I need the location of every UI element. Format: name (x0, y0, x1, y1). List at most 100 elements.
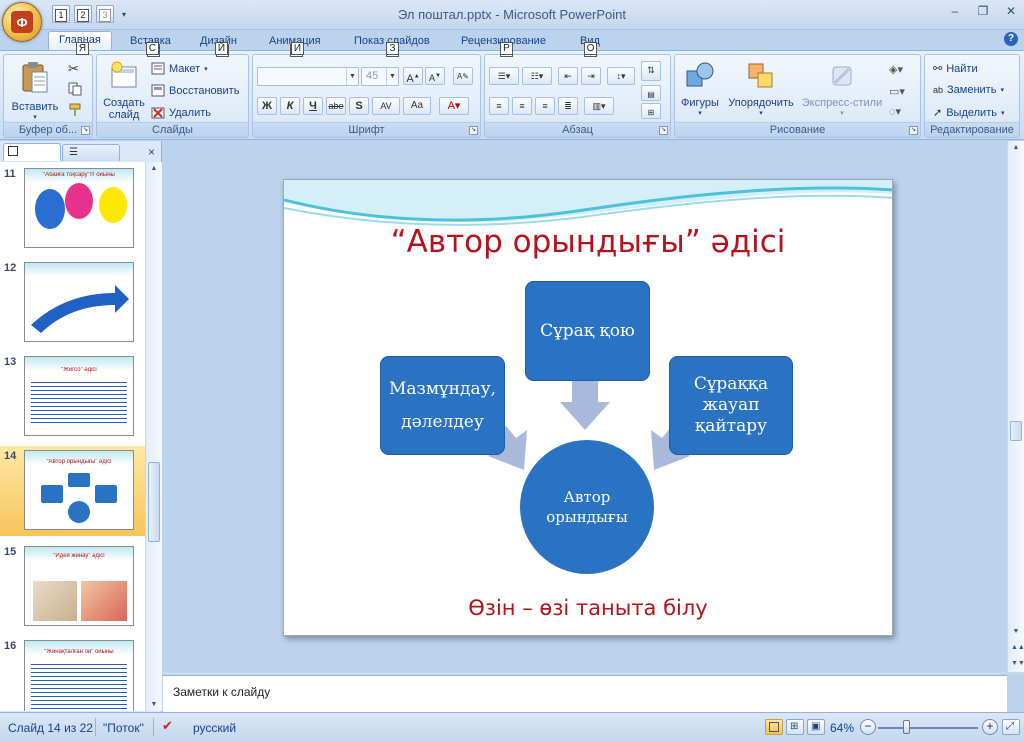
thumbnail-number: 11 (4, 168, 16, 180)
shape-fill-button[interactable]: ◈▾ (889, 63, 903, 76)
zoom-level[interactable]: 64% (830, 721, 854, 735)
increase-indent-button[interactable]: ⇥ (581, 67, 601, 85)
box-top[interactable]: Сұрақ қою (525, 281, 650, 381)
thumbnail-item[interactable]: 13 “Жигсо” әдісі (0, 352, 145, 440)
scroll-down-icon[interactable]: ▼ (149, 701, 159, 708)
thumbnail-item[interactable]: 12 (0, 258, 145, 346)
zoom-in-button[interactable]: + (982, 719, 998, 735)
zoom-out-button[interactable]: − (860, 719, 876, 735)
language-indicator[interactable]: русский (193, 721, 236, 735)
font-name-combo[interactable]: ▼ (257, 67, 359, 86)
quick-styles-button[interactable]: Экспресс-стили ▾ (799, 61, 885, 117)
help-icon[interactable]: ? (1004, 32, 1018, 46)
chevron-down-icon: ▼ (386, 68, 398, 85)
reset-button[interactable]: Восстановить (151, 84, 239, 97)
change-case-button[interactable]: Aa (403, 97, 431, 115)
clipboard-launcher-icon[interactable]: ↘ (81, 126, 90, 135)
underline-button[interactable]: Ч (303, 97, 323, 115)
select-button[interactable]: ➚ Выделить ▾ (933, 106, 1004, 120)
shapes-button[interactable]: Фигуры ▾ (677, 61, 723, 117)
decrease-indent-button[interactable]: ⇤ (558, 67, 578, 85)
justify-button[interactable]: ≣ (558, 97, 578, 115)
box-left[interactable]: Мазмұндау, дәлелдеу (380, 356, 505, 455)
paste-button[interactable]: Вставить ▾ (10, 61, 60, 121)
box-right-text-2: жауап (702, 394, 760, 415)
cut-button[interactable]: ✂ (68, 61, 79, 77)
restore-icon[interactable]: ❐ (974, 4, 992, 18)
align-right-button[interactable]: ≡ (535, 97, 555, 115)
tab-slides[interactable] (3, 143, 61, 161)
char-spacing-button[interactable]: AV (372, 97, 400, 115)
scroll-up-icon[interactable]: ▲ (149, 165, 159, 172)
window-controls: – ❐ ✕ (946, 4, 1020, 18)
bold-button[interactable]: Ж (257, 97, 277, 115)
next-slide-icon[interactable]: ▼▼ (1011, 660, 1024, 667)
copy-icon (68, 82, 82, 96)
close-icon[interactable]: ✕ (1002, 4, 1020, 18)
shape-effects-button[interactable]: ◌▾ (889, 105, 901, 118)
notes-pane[interactable]: Заметки к слайду (163, 675, 1007, 712)
numbering-button[interactable]: ☷▾ (522, 67, 552, 85)
shrink-font-button[interactable]: A▼ (425, 67, 445, 85)
thumbnail-item[interactable]: 15 “Идея жинау” әдісі (0, 542, 145, 630)
strikethrough-button[interactable]: abe (326, 97, 346, 115)
normal-view-button[interactable] (765, 719, 783, 735)
thumbnail-item-selected[interactable]: 14 “Автор орындығы” әдісі (0, 446, 145, 536)
drawing-launcher-icon[interactable]: ↘ (909, 126, 918, 135)
slide-canvas[interactable]: “Автор орындығы” әдісі Сұрақ қою Мазмұнд… (283, 179, 893, 636)
thumbnail-item[interactable]: 11 “Абайға тоқсару”!!! ойыны (0, 164, 145, 252)
sorter-view-button[interactable]: ⊞ (786, 719, 804, 735)
line-spacing-button[interactable]: ↕▾ (607, 67, 635, 85)
minimize-icon[interactable]: – (946, 4, 964, 18)
delete-slide-button[interactable]: Удалить (151, 106, 211, 119)
shadow-label: S (355, 100, 363, 112)
slide-footer-text[interactable]: Өзін – өзі таныта білу (284, 596, 892, 620)
thumbnail-title: “Идея жинау” әдісі (53, 553, 105, 559)
copy-button[interactable] (68, 82, 82, 96)
align-text-button[interactable]: ▤ (641, 85, 661, 101)
main-scrollbar[interactable]: ▲ ▼ ▲▲ ▼▼ (1007, 141, 1024, 673)
grow-font-button[interactable]: A▲ (403, 67, 423, 85)
slideshow-view-button[interactable]: ▣ (807, 719, 825, 735)
bullets-button[interactable]: ☰▾ (489, 67, 519, 85)
zoom-slider-handle[interactable] (903, 720, 910, 734)
shadow-button[interactable]: S (349, 97, 369, 115)
format-painter-button[interactable] (68, 103, 82, 117)
close-icon[interactable]: × (148, 145, 155, 159)
fit-slide-button[interactable]: ⤢ (1002, 719, 1020, 735)
font-size-combo[interactable]: 45 ▼ (361, 67, 399, 86)
thumbnail-item[interactable]: 16 “Жинақталған ой” ойыны (0, 636, 145, 711)
previous-slide-icon[interactable]: ▲▲ (1011, 644, 1024, 651)
tab-outline[interactable]: ☰ (62, 144, 120, 161)
clear-format-button[interactable]: A✎ (453, 67, 473, 85)
paragraph-launcher-icon[interactable]: ↘ (659, 126, 668, 135)
align-right-icon: ≡ (542, 101, 548, 111)
layout-button[interactable]: Макет ▾ (151, 62, 208, 75)
thumbnail-number: 16 (4, 640, 17, 652)
columns-button[interactable]: ▥▾ (584, 97, 614, 115)
italic-button[interactable]: К (280, 97, 300, 115)
theme-name[interactable]: "Поток" (103, 721, 144, 735)
replace-button[interactable]: ab Заменить ▾ (933, 84, 1004, 96)
font-launcher-icon[interactable]: ↘ (469, 126, 478, 135)
spellcheck-icon[interactable]: ✔ (162, 718, 173, 734)
box-right[interactable]: Сұраққа жауап қайтару (669, 356, 793, 455)
arrange-button[interactable]: Упорядочить ▾ (723, 61, 799, 117)
scroll-up-icon[interactable]: ▲ (1011, 144, 1021, 151)
align-center-button[interactable]: ≡ (512, 97, 532, 115)
office-button[interactable]: Ф (2, 2, 42, 42)
new-slide-button[interactable]: Создать слайд (99, 61, 149, 121)
arrow-down-icon (560, 380, 610, 430)
thumbnails-scrollbar[interactable]: ▲ ▼ (145, 162, 162, 711)
align-left-button[interactable]: ≡ (489, 97, 509, 115)
scrollbar-thumb[interactable] (1010, 421, 1022, 441)
scrollbar-thumb[interactable] (148, 462, 160, 542)
smartart-button[interactable]: ⊞ (641, 103, 661, 119)
scroll-down-icon[interactable]: ▼ (1011, 628, 1021, 635)
center-circle[interactable]: Автор орындығы (520, 440, 654, 574)
text-direction-button[interactable]: ⇅ (641, 61, 661, 81)
font-color-button[interactable]: A▾ (439, 97, 469, 115)
zoom-slider-track[interactable] (878, 727, 978, 729)
shape-outline-button[interactable]: ▭▾ (889, 85, 905, 98)
find-button[interactable]: ⚯ Найти (933, 62, 978, 76)
